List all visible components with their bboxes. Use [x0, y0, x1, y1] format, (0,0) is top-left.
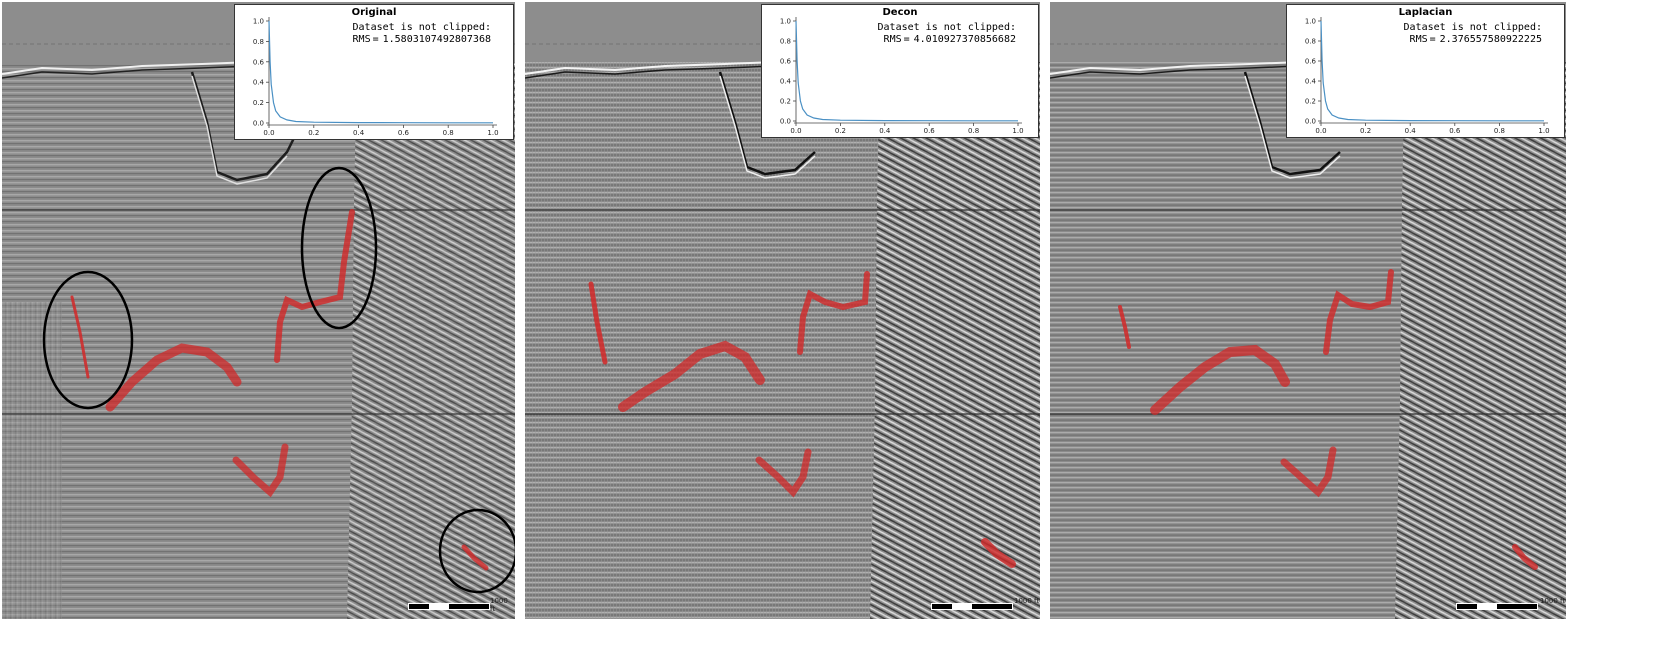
- y-tick-label: 0.8: [253, 38, 264, 46]
- y-tick-label: 1.0: [1305, 18, 1316, 26]
- decay-curve: [1320, 20, 1544, 122]
- x-tick-label: 0.6: [924, 127, 936, 135]
- x-tick-label: 0.4: [1405, 127, 1417, 135]
- decay-line-plot: 0.0 0.2 0.4 0.6 0.8 1.0 0.0 0.2 0.4 0.6 0.8 1.0: [780, 17, 1024, 135]
- y-tick-label: 0.2: [1305, 98, 1316, 106]
- rms-inset-decon: Decon Dataset is not clipped: RMS = 4.0109…: [761, 4, 1039, 138]
- decay-line-plot: 0.0 0.2 0.4 0.6 0.8 1.0 0.0 0.2 0.4 0.6 0.8 1.0: [1305, 17, 1550, 135]
- y-tick-label: 0.8: [1305, 38, 1316, 46]
- y-tick-label: 1.0: [253, 18, 264, 26]
- x-tick-label: 0.0: [263, 129, 274, 137]
- x-tick-label: 0.8: [968, 127, 979, 135]
- scale-bar: [1456, 603, 1538, 610]
- scale-bar-label: 1000 ft: [1014, 597, 1040, 605]
- scale-bar: [408, 603, 490, 610]
- y-tick-label: 0.4: [253, 79, 265, 87]
- y-tick-label: 0.0: [253, 120, 264, 128]
- x-tick-label: 0.0: [790, 127, 801, 135]
- x-tick-label: 0.6: [398, 129, 410, 137]
- y-tick-label: 1.0: [780, 18, 791, 26]
- rms-inset-original: Original Dataset is not clipped: RMS = 1.5…: [234, 4, 514, 140]
- x-tick-label: 1.0: [1012, 127, 1023, 135]
- y-tick-label: 0.6: [1305, 58, 1317, 66]
- x-tick-label: 0.6: [1449, 127, 1461, 135]
- x-tick-label: 1.0: [1538, 127, 1549, 135]
- scale-bar-label: 1000 ft: [1540, 597, 1566, 605]
- x-tick-label: 0.4: [353, 129, 365, 137]
- y-tick-label: 0.4: [780, 78, 792, 86]
- y-tick-label: 0.0: [780, 118, 791, 126]
- decay-line-plot: 0.0 0.2 0.4 0.6 0.8 1.0 0.0 0.2 0.4 0.6 0.8 1.0: [253, 17, 499, 137]
- y-tick-label: 0.6: [780, 58, 792, 66]
- y-tick-label: 0.4: [1305, 78, 1317, 86]
- scale-bar-label: 1000 ft: [490, 597, 508, 613]
- decay-curve: [268, 20, 493, 124]
- x-tick-label: 0.8: [443, 129, 454, 137]
- decay-curve: [795, 20, 1018, 122]
- seismic-panel-decon: Decon Dataset is not clipped: RMS = 4.0109…: [525, 2, 1040, 619]
- y-tick-label: 0.8: [780, 38, 791, 46]
- x-tick-label: 0.2: [835, 127, 846, 135]
- x-tick-label: 0.2: [1360, 127, 1371, 135]
- x-tick-label: 0.2: [308, 129, 319, 137]
- scale-bar: [931, 603, 1013, 610]
- seismic-panel-laplacian: Laplacian Dataset is not clipped: RMS = 2.…: [1050, 2, 1566, 619]
- x-tick-label: 0.0: [1315, 127, 1326, 135]
- rms-inset-laplacian: Laplacian Dataset is not clipped: RMS = 2.…: [1286, 4, 1565, 138]
- x-tick-label: 0.4: [879, 127, 891, 135]
- y-tick-label: 0.0: [1305, 118, 1316, 126]
- x-tick-label: 1.0: [487, 129, 498, 137]
- y-tick-label: 0.2: [780, 98, 791, 106]
- seismic-panel-original: Original Dataset is not clipped: RMS = 1.5…: [2, 2, 515, 619]
- y-tick-label: 0.2: [253, 99, 264, 107]
- x-tick-label: 0.8: [1494, 127, 1505, 135]
- y-tick-label: 0.6: [253, 58, 265, 66]
